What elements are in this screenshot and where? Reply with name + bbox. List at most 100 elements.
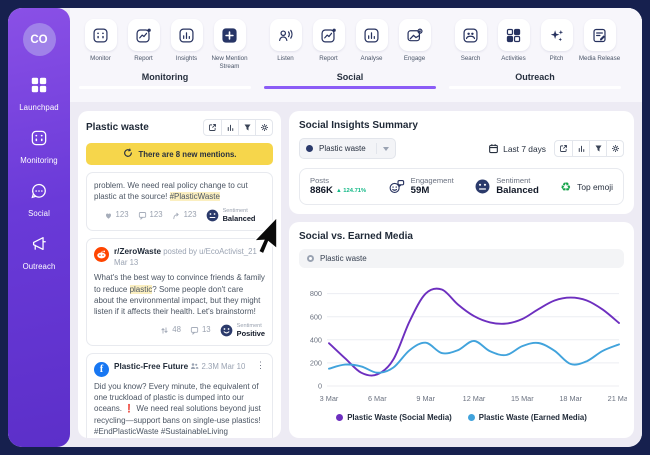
svg-text:600: 600 — [310, 313, 322, 322]
shares-count[interactable]: 123 — [172, 210, 197, 221]
chat-bubble-icon — [30, 182, 48, 205]
tool-pitch[interactable]: Pitch — [535, 19, 578, 70]
report-icon[interactable] — [312, 19, 345, 51]
export-icon[interactable] — [204, 120, 221, 135]
sidebar-item-label: Outreach — [22, 262, 56, 271]
filter-icon[interactable] — [238, 120, 255, 135]
group-underline — [449, 86, 621, 89]
chart-icon[interactable] — [572, 141, 589, 156]
refresh-icon — [123, 148, 133, 160]
line-chart[interactable]: 0 200 400 600 800 3 Mar 6 Mar 9 Mar 12 Mar 15 Mar… — [299, 274, 627, 410]
tool-label: Activities — [501, 55, 526, 62]
tool-engage[interactable]: Engage — [393, 19, 436, 70]
neutral-face-icon — [206, 209, 218, 222]
engage-icon[interactable] — [398, 19, 431, 51]
tool-report-social[interactable]: Report — [307, 19, 350, 70]
social-insights-summary-card: Social Insights Summary Plastic waste La… — [289, 111, 634, 215]
tool-monitor[interactable]: Monitor — [79, 19, 122, 70]
followers-count: 2.3M — [201, 362, 219, 372]
tool-media-release[interactable]: Media Release — [578, 19, 621, 70]
listen-icon[interactable] — [269, 19, 302, 51]
followers-icon — [191, 363, 199, 370]
calendar-icon — [489, 144, 499, 154]
kebab-menu-icon[interactable]: ⋮ — [256, 361, 265, 370]
svg-text:9 Mar: 9 Mar — [416, 394, 435, 403]
monitor-icon — [30, 129, 48, 152]
mention-card[interactable]: f Plastic-Free Future 2.3M Mar 10 ⋮ Did … — [86, 353, 273, 438]
right-column: Social Insights Summary Plastic waste La… — [289, 111, 634, 438]
tool-label: Engage — [403, 55, 426, 62]
filter-icon[interactable] — [589, 141, 606, 156]
mention-meta: r/ZeroWaste posted by u/EcoActivist_21 M… — [114, 246, 265, 268]
gear-icon[interactable] — [606, 141, 623, 156]
legend-social-media[interactable]: Plastic Waste (Social Media) — [336, 413, 452, 422]
sparkles-icon[interactable] — [540, 19, 573, 51]
analyse-icon[interactable] — [355, 19, 388, 51]
comments-count[interactable]: 13 — [190, 325, 211, 336]
mention-card[interactable]: problem. We need real policy change to c… — [86, 172, 273, 232]
chart-icon[interactable] — [221, 120, 238, 135]
sidebar-item-social[interactable]: Social — [28, 182, 50, 218]
legend-dot-icon — [336, 414, 344, 422]
tool-label: Search — [460, 55, 481, 62]
tool-report-monitoring[interactable]: Report — [122, 19, 165, 70]
topic-dropdown[interactable]: Plastic waste — [299, 138, 396, 159]
toolbar-group-label: Outreach — [515, 72, 555, 82]
comments-count[interactable]: 123 — [138, 210, 163, 221]
tool-listen[interactable]: Listen — [264, 19, 307, 70]
chart-legend: Plastic Waste (Social Media) Plastic Was… — [299, 413, 624, 422]
chevron-down-icon — [382, 146, 389, 151]
mention-card[interactable]: r/ZeroWaste posted by u/EcoActivist_21 M… — [86, 238, 273, 347]
summary-toolbar — [554, 140, 624, 157]
likes-count[interactable]: 123 — [104, 210, 129, 221]
tool-analyse[interactable]: Analyse — [350, 19, 393, 70]
smile-face-icon — [220, 324, 233, 337]
tool-search[interactable]: Search — [449, 19, 492, 70]
votes-count[interactable]: 48 — [160, 325, 181, 336]
mention-meta: Plastic-Free Future 2.3M Mar 10 — [114, 361, 251, 373]
sidebar-item-launchpad[interactable]: Launchpad — [19, 76, 59, 112]
svg-text:800: 800 — [310, 290, 322, 299]
tool-label: Insights — [175, 55, 198, 62]
legend-earned-media[interactable]: Plastic Waste (Earned Media) — [467, 413, 587, 422]
tool-new-mention-stream[interactable]: New Mention Stream — [208, 19, 251, 70]
svg-text:6 Mar: 6 Mar — [368, 394, 387, 403]
account-avatar[interactable]: CO — [22, 23, 56, 56]
contacts-search-icon[interactable] — [454, 19, 487, 51]
gear-icon[interactable] — [255, 120, 272, 135]
tool-label: Pitch — [549, 55, 564, 62]
insights-icon[interactable] — [170, 19, 203, 51]
mention-highlight: #PlasticWaste — [169, 192, 220, 202]
document-edit-icon[interactable] — [583, 19, 616, 51]
posts-delta: ▲ 124.71% — [335, 187, 367, 194]
monitor-icon[interactable] — [84, 19, 117, 51]
reddit-icon — [94, 247, 109, 263]
chart-filter-pill[interactable]: Plastic waste — [299, 249, 624, 269]
tool-insights[interactable]: Insights — [165, 19, 208, 70]
mentions-panel: Plastic waste There are 8 new mentions. … — [78, 111, 281, 438]
sidebar-item-outreach[interactable]: Outreach — [23, 235, 56, 271]
svg-text:0: 0 — [318, 382, 322, 391]
mention-highlight: plastic — [129, 284, 153, 294]
tool-label: Monitor — [90, 55, 111, 62]
report-icon[interactable] — [127, 19, 160, 51]
tool-activities[interactable]: Activities — [492, 19, 535, 70]
sidebar-item-label: Monitoring — [20, 156, 58, 165]
sidebar-item-monitoring[interactable]: Monitoring — [20, 129, 58, 165]
tool-label: Report — [319, 55, 338, 62]
new-mentions-banner[interactable]: There are 8 new mentions. — [86, 143, 273, 165]
toolbar-group-outreach: Search Activities Pitch Media Release Ou… — [449, 19, 621, 89]
megaphone-icon — [30, 235, 48, 258]
source-name[interactable]: r/ZeroWaste — [114, 247, 161, 256]
date-range-selector[interactable]: Last 7 days — [488, 143, 546, 154]
mention-date: Mar 13 — [114, 257, 139, 267]
kpi-top-emoji: ♻ Top emoji — [560, 179, 613, 194]
export-icon[interactable] — [555, 141, 572, 156]
toolbar-group-social: Listen Report Analyse Engage Social — [264, 19, 436, 89]
source-name[interactable]: Plastic-Free Future — [114, 362, 188, 371]
toolbar-group-label: Monitoring — [141, 72, 189, 82]
activities-icon[interactable] — [497, 19, 530, 51]
plus-icon[interactable] — [213, 19, 246, 51]
sidebar-item-label: Launchpad — [19, 103, 59, 112]
kpi-strip: Posts 886K ▲ 124.71% Engagement 59M Sent… — [299, 168, 624, 206]
